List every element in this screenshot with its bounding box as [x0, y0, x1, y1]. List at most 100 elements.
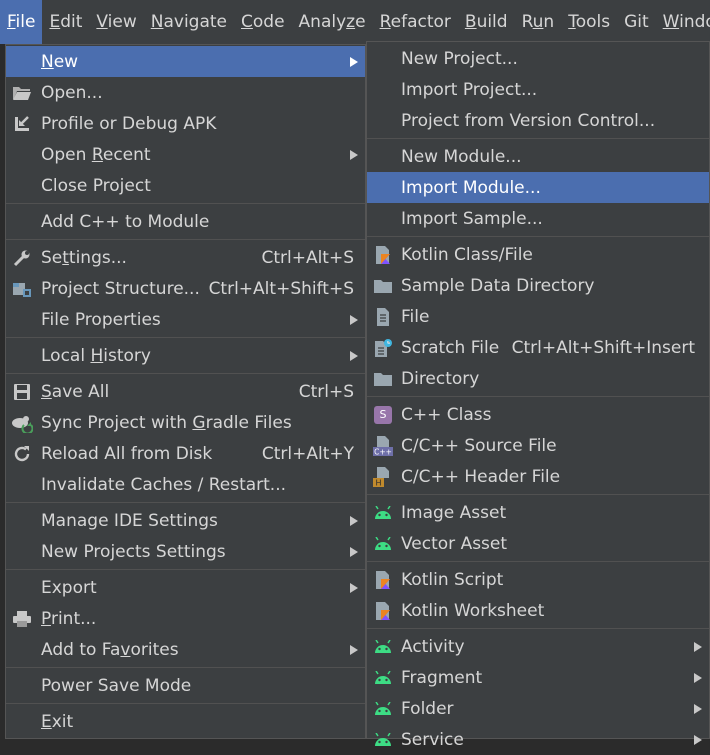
menu-item-service[interactable]: Service [367, 724, 709, 755]
menu-item-export[interactable]: Export [6, 572, 365, 603]
menu-item-add-to-favorites[interactable]: Add to Favorites [6, 634, 365, 665]
menubar-item-text: R [379, 12, 391, 32]
menubar-item[interactable]: File [0, 0, 43, 44]
menu-item-fragment[interactable]: Fragment [367, 662, 709, 693]
menu-item-image-asset[interactable]: Image Asset [367, 497, 709, 528]
menu-item-directory[interactable]: Directory [367, 363, 709, 394]
menu-item-label: File [401, 306, 430, 327]
menu-separator [6, 569, 365, 570]
menu-item-new-project[interactable]: New Project... [367, 43, 709, 74]
menu-item-manage-ide-settings[interactable]: Manage IDE Settings [6, 505, 365, 536]
menubar-item[interactable]: Window [656, 0, 710, 44]
menu-item-print[interactable]: Print... [6, 603, 365, 634]
menu-item-local-history[interactable]: Local History [6, 340, 365, 371]
android-icon [372, 533, 394, 555]
menubar-item-text: E [49, 12, 61, 32]
shortcut-label: Ctrl+Alt+Shift+Insert [511, 337, 695, 358]
menu-item-label: C/C++ Header File [401, 466, 561, 487]
menu-item-save-all[interactable]: Save All Ctrl+S [6, 376, 365, 407]
menu-item-kotlin-worksheet[interactable]: Kotlin Worksheet [367, 595, 709, 626]
menubar-item[interactable]: View [89, 0, 143, 44]
shortcut-label: Ctrl+Alt+S [261, 247, 354, 268]
menubar-item[interactable]: Build [458, 0, 515, 44]
menubar-item-text: T [568, 12, 576, 32]
menubar-item[interactable]: Navigate [144, 0, 234, 44]
submenu-arrow-icon [694, 703, 702, 714]
menubar-item[interactable]: Refactor [373, 0, 458, 44]
project-structure-icon [11, 278, 33, 300]
menu-item-label: New Projects Settings [41, 541, 226, 562]
menu-item-profile-debug-apk[interactable]: Profile or Debug APK [6, 108, 365, 139]
menu-item-open[interactable]: Open... [6, 77, 365, 108]
menu-item-project-from-vcs[interactable]: Project from Version Control... [367, 105, 709, 136]
menu-item-file[interactable]: File [367, 301, 709, 332]
menubar-item-text: ode [252, 12, 285, 32]
menubar-item-text: R [521, 12, 533, 32]
menu-separator [367, 628, 709, 629]
wrench-icon [11, 247, 33, 269]
menu-item-label: New Project... [401, 48, 518, 69]
menu-item-power-save-mode[interactable]: Power Save Mode [6, 670, 365, 701]
menu-item-folder[interactable]: Folder [367, 693, 709, 724]
menu-item-cpp-header-file[interactable]: H C/C++ Header File [367, 461, 709, 492]
menu-item-sync-gradle[interactable]: Sync Project with Gradle Files [6, 407, 365, 438]
menu-separator [6, 239, 365, 240]
menu-item-new-projects-settings[interactable]: New Projects Settings [6, 536, 365, 567]
android-icon [372, 636, 394, 658]
menu-separator [367, 561, 709, 562]
menubar-item[interactable]: Run [515, 0, 562, 44]
kotlin-worksheet-icon [372, 600, 394, 622]
menubar-item[interactable]: Tools [561, 0, 617, 44]
menu-item-activity[interactable]: Activity [367, 631, 709, 662]
submenu-arrow-icon [694, 641, 702, 652]
menu-separator [367, 494, 709, 495]
menubar-item-text: avigate [163, 12, 228, 32]
menu-item-reload-from-disk[interactable]: Reload All from Disk Ctrl+Alt+Y [6, 438, 365, 469]
menu-item-label: New Module... [401, 146, 522, 167]
menu-item-new-module[interactable]: New Module... [367, 141, 709, 172]
menu-item-vector-asset[interactable]: Vector Asset [367, 528, 709, 559]
menu-item-label: Add to Favorites [41, 639, 179, 660]
menu-item-sample-data-directory[interactable]: Sample Data Directory [367, 270, 709, 301]
menu-item-label: Project Structure... [41, 278, 200, 299]
menu-item-label: Add C++ to Module [41, 211, 210, 232]
cpp-class-icon: S [372, 404, 394, 426]
menu-item-cpp-class[interactable]: S C++ Class [367, 399, 709, 430]
submenu-arrow-icon [694, 672, 702, 683]
menubar-item[interactable]: Code [234, 0, 292, 44]
menu-item-new[interactable]: New [6, 46, 365, 77]
submenu-arrow-icon [350, 582, 358, 593]
menu-item-project-structure[interactable]: Project Structure... Ctrl+Alt+Shift+S [6, 273, 365, 304]
menu-item-import-project[interactable]: Import Project... [367, 74, 709, 105]
menu-item-kotlin-class[interactable]: Kotlin Class/File [367, 239, 709, 270]
menu-item-import-module[interactable]: Import Module... [367, 172, 709, 203]
menu-item-label: Kotlin Worksheet [401, 600, 545, 621]
menu-item-exit[interactable]: Exit [6, 706, 365, 737]
menubar-item[interactable]: Git [617, 0, 656, 44]
menu-item-import-sample[interactable]: Import Sample... [367, 203, 709, 234]
folder-icon [372, 275, 394, 297]
menu-item-file-properties[interactable]: File Properties [6, 304, 365, 335]
badge-text: C++ [374, 447, 392, 456]
menu-item-label: Import Module... [401, 177, 541, 198]
menu-item-add-cpp-to-module[interactable]: Add C++ to Module [6, 206, 365, 237]
android-icon [372, 729, 394, 751]
menu-item-label: Directory [401, 368, 480, 389]
menu-item-invalidate-caches[interactable]: Invalidate Caches / Restart... [6, 469, 365, 500]
new-submenu: New Project... Import Project... Project… [366, 41, 710, 750]
folder-icon [372, 368, 394, 390]
menu-item-close-project[interactable]: Close Project [6, 170, 365, 201]
menubar-item[interactable]: Edit [42, 0, 89, 44]
menu-separator [367, 138, 709, 139]
menu-item-open-recent[interactable]: Open Recent [6, 139, 365, 170]
menu-item-label: Power Save Mode [41, 675, 192, 696]
menu-item-scratch-file[interactable]: Scratch File Ctrl+Alt+Shift+Insert [367, 332, 709, 363]
menubar-item-text: Analy [298, 12, 347, 32]
menu-item-kotlin-script[interactable]: Kotlin Script [367, 564, 709, 595]
menubar-item[interactable]: Analyze [292, 0, 373, 44]
menu-separator [367, 236, 709, 237]
menu-item-settings[interactable]: Settings... Ctrl+Alt+S [6, 242, 365, 273]
menu-item-label: Sync Project with Gradle Files [41, 412, 292, 433]
menu-item-cpp-source-file[interactable]: C++ C/C++ Source File [367, 430, 709, 461]
menu-item-label: Invalidate Caches / Restart... [41, 474, 287, 495]
